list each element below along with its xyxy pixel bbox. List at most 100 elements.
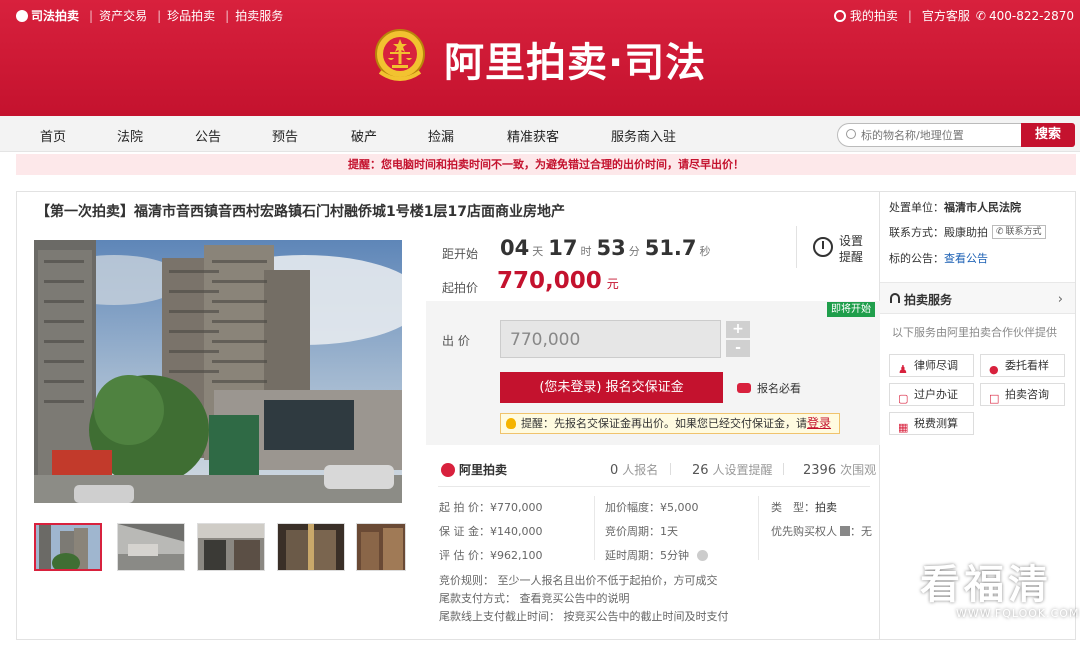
ali-logo-icon	[441, 462, 455, 477]
decrease-bid-button[interactable]: -	[726, 340, 750, 357]
reminder-count-label: 人设置提醒	[712, 463, 773, 477]
must-read-link[interactable]: 报名必看	[737, 380, 801, 396]
countdown-minutes: 53	[596, 236, 626, 260]
stats-separator	[438, 486, 870, 487]
view-count-label: 次围观	[840, 463, 877, 477]
stat-divider	[670, 463, 671, 475]
location-pin-icon: ●	[989, 363, 999, 376]
nav-asset-link[interactable]: 资产交易	[99, 7, 147, 24]
minutes-unit: 分	[628, 245, 640, 258]
countdown-timer: 04 天 17 时 53 分 51.7 秒	[500, 236, 711, 260]
detail-payment-method: 尾款支付方式： 查看竞买公告中的说明	[439, 592, 630, 605]
contact-button[interactable]: ✆ 联系方式	[992, 225, 1046, 239]
priority-info-icon	[840, 526, 850, 536]
nav-bankruptcy[interactable]: 破产	[351, 126, 377, 145]
document-icon: ▢	[898, 392, 909, 405]
nav-court[interactable]: 法院	[117, 126, 143, 145]
disposal-unit-value: 福清市人民法院	[944, 201, 1021, 214]
detail-appraisal: 评 估 价：¥962,100	[439, 549, 543, 562]
watermark: 看福清 WWW.FQLOOK.COM	[920, 563, 1079, 620]
search-button[interactable]: 搜索	[1021, 123, 1075, 147]
service-transfer-label: 过户办证	[914, 388, 958, 401]
nav-announcement[interactable]: 公告	[195, 126, 221, 145]
auction-services-header[interactable]: 拍卖服务 ›	[880, 282, 1075, 314]
contact-info: 联系方式： 殿康助拍 ✆ 联系方式	[889, 224, 1046, 240]
service-lawyer-button[interactable]: ♟ 律师尽调	[889, 354, 974, 377]
service-transfer-button[interactable]: ▢ 过户办证	[889, 383, 974, 406]
help-icon[interactable]	[697, 549, 708, 561]
services-desc: 以下服务由阿里拍卖合作伙伴提供	[892, 326, 1057, 339]
service-viewing-label: 委托看样	[1005, 359, 1049, 372]
detail-start-price: 起 拍 价：¥770,000	[439, 501, 543, 514]
view-notice-link[interactable]: 查看公告	[944, 252, 988, 265]
photo-thumbnail[interactable]	[34, 523, 102, 571]
nav-treasure-link[interactable]: 珍品拍卖	[167, 7, 215, 24]
search-icon	[846, 129, 856, 139]
main-photo[interactable]	[34, 240, 402, 503]
type-label: 类 型：	[771, 501, 815, 514]
court-emblem-icon	[374, 26, 426, 84]
detail-delay-cycle: 延时周期：5分钟	[605, 547, 708, 563]
nav-preview[interactable]: 预告	[272, 126, 298, 145]
photo-thumbnail[interactable]	[277, 523, 345, 571]
priority-label: 优先购买权人	[771, 525, 837, 538]
countdown-days: 04	[500, 236, 530, 260]
ali-logo-text: 阿里拍卖	[459, 463, 508, 477]
my-auction-link[interactable]: 我的拍卖	[850, 7, 898, 24]
service-consult-label: 拍卖咨询	[1005, 388, 1049, 401]
tip-text: 提醒：先报名交保证金再出价。如果您已经交付保证金，请	[521, 417, 807, 430]
top-bar: 司法拍卖 | 资产交易 | 珍品拍卖 | 拍卖服务 我的拍卖 | 官方客服 ✆ …	[0, 0, 1080, 30]
coins-icon	[737, 383, 751, 393]
detail-divider	[594, 496, 595, 560]
remind-label-1: 设置	[839, 234, 864, 248]
set-reminder-button[interactable]: 设置 提醒	[796, 226, 866, 268]
services-title: 拍卖服务	[904, 293, 953, 307]
service-tax-label: 税费测算	[914, 417, 958, 430]
view-count: 2396 次围观	[803, 461, 876, 478]
phone-number: 400-822-2870	[988, 8, 1074, 23]
increase-bid-button[interactable]: +	[726, 321, 750, 338]
photo-thumbnail[interactable]	[197, 523, 265, 571]
reminder-count: 26 人设置提醒	[692, 461, 773, 478]
service-tax-button[interactable]: ▦ 税费测算	[889, 412, 974, 435]
start-price-label: 起拍价	[442, 281, 479, 295]
page-title: 阿里拍卖·司法	[444, 40, 707, 86]
lot-title: 【第一次拍卖】福清市音西镇音西村宏路镇石门村融侨城1号楼1层17店面商业房地产	[36, 204, 565, 220]
brand-logo-icon	[16, 9, 28, 22]
phone-icon: ✆	[975, 8, 986, 23]
detail-bid-cycle: 竞价周期：1天	[605, 525, 678, 538]
detail-type: 类 型：拍卖	[771, 499, 837, 515]
nav-service-link[interactable]: 拍卖服务	[235, 7, 283, 24]
watermark-main: 看福清	[920, 562, 1052, 608]
nav-home[interactable]: 首页	[40, 126, 66, 145]
headset-icon	[890, 293, 900, 303]
photo-thumbnail[interactable]	[117, 523, 185, 571]
service-viewing-button[interactable]: ● 委托看样	[980, 354, 1065, 377]
stat-divider	[783, 463, 784, 475]
brand-link[interactable]: 司法拍卖	[31, 7, 79, 24]
search-bar: 搜索	[837, 123, 1075, 147]
time-warning-notice: 提醒：您电脑时间和拍卖时间不一致，为避免错过合理的出价时间，请尽早出价！	[16, 154, 1076, 175]
bid-label: 出 价	[442, 334, 470, 348]
start-price: 770,000 元	[497, 268, 619, 294]
customer-service-link[interactable]: 官方客服	[922, 7, 970, 24]
user-icon	[833, 9, 846, 22]
signup-count-value: 0	[610, 463, 619, 478]
tip-login-link[interactable]: 登录	[807, 416, 831, 430]
nav-precise-leads[interactable]: 精准获客	[507, 126, 559, 145]
days-unit: 天	[532, 245, 544, 258]
header-banner: 司法拍卖 | 资产交易 | 珍品拍卖 | 拍卖服务 我的拍卖 | 官方客服 ✆ …	[0, 0, 1080, 116]
reminder-count-value: 26	[692, 463, 709, 478]
register-deposit-button[interactable]: (您未登录) 报名交保证金	[500, 372, 723, 403]
calculator-icon: ▦	[898, 421, 909, 434]
photo-thumbnail[interactable]	[356, 523, 406, 571]
lot-notice: 标的公告：查看公告	[889, 250, 988, 266]
service-consult-button[interactable]: □ 拍卖咨询	[980, 383, 1065, 406]
search-input[interactable]	[861, 126, 1019, 144]
nav-provider-join[interactable]: 服务商入驻	[611, 126, 676, 145]
countdown-label: 距开始	[442, 247, 479, 261]
signup-count-label: 人报名	[622, 463, 659, 477]
bid-input[interactable]: 770,000	[500, 320, 721, 358]
nav-bargain[interactable]: 捡漏	[428, 126, 454, 145]
watermark-sub: WWW.FQLOOK.COM	[956, 607, 1080, 620]
